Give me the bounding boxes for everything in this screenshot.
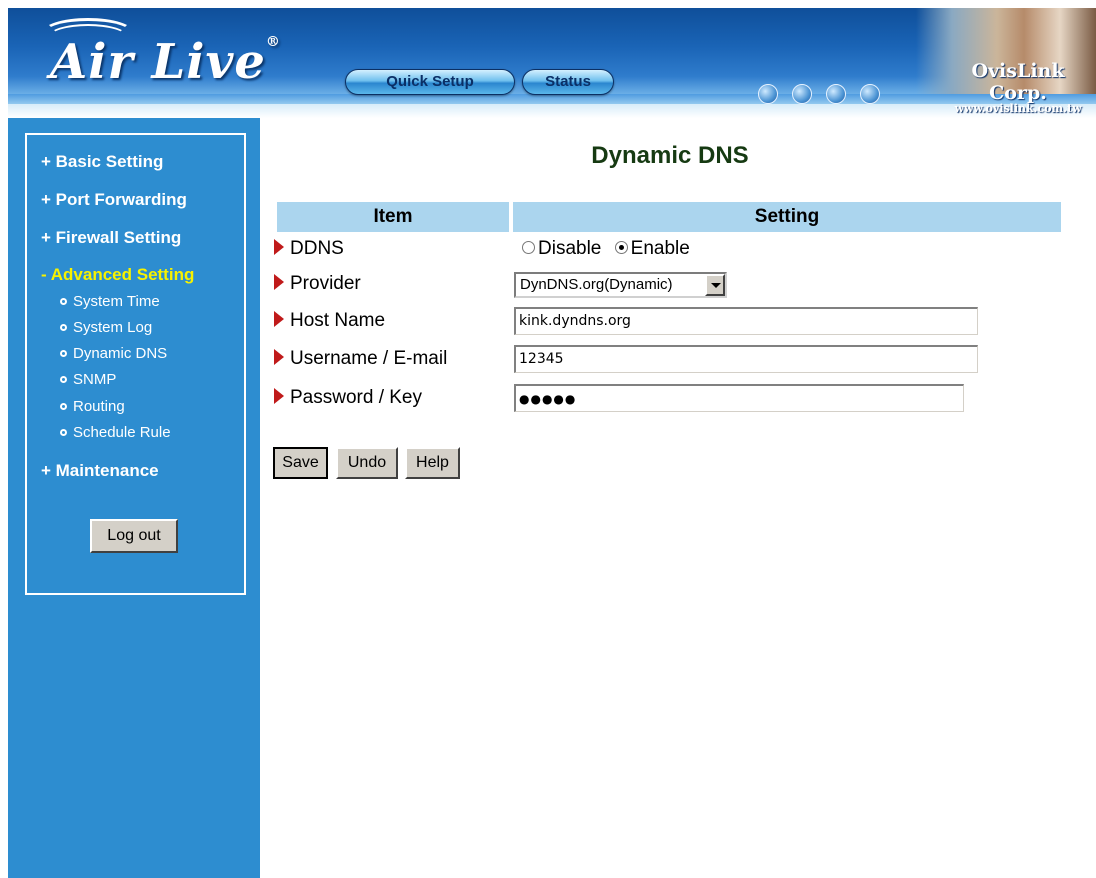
arrow-icon <box>274 239 284 255</box>
header-banner: Air Live® Quick Setup Status OvisLink Co… <box>8 8 1096 118</box>
globe-icon[interactable] <box>860 84 880 104</box>
host-name-label: Host Name <box>274 310 385 332</box>
bullet-icon <box>60 298 67 305</box>
ovislink-brand: OvisLink Corp. www.ovislink.com.tw <box>940 60 1096 115</box>
username-input[interactable]: 12345 <box>514 345 978 373</box>
username-label: Username / E-mail <box>274 348 447 370</box>
sidebar-subitem-snmp[interactable]: SNMP <box>60 371 116 388</box>
password-label: Password / Key <box>274 387 422 409</box>
sidebar: + Basic Setting + Port Forwarding + Fire… <box>8 118 260 878</box>
sidebar-subitem-dynamic-dns[interactable]: Dynamic DNS <box>60 345 167 362</box>
main-content: Dynamic DNS Item Setting DDNS Disable En… <box>260 118 1096 878</box>
password-input[interactable]: ●●●●● <box>514 384 964 412</box>
save-button[interactable]: Save <box>273 447 328 479</box>
sidebar-subitem-routing[interactable]: Routing <box>60 398 125 415</box>
sidebar-subitem-schedule-rule[interactable]: Schedule Rule <box>60 424 171 441</box>
ddns-label: DDNS <box>274 238 344 260</box>
bullet-icon <box>60 376 67 383</box>
globe-icon[interactable] <box>792 84 812 104</box>
host-name-input[interactable]: kink.dyndns.org <box>514 307 978 335</box>
column-header-setting: Setting <box>513 202 1061 232</box>
globe-icon[interactable] <box>826 84 846 104</box>
arrow-icon <box>274 388 284 404</box>
logout-button[interactable]: Log out <box>90 519 178 553</box>
sidebar-item-basic-setting[interactable]: + Basic Setting <box>41 152 163 172</box>
chevron-down-icon[interactable] <box>705 274 725 296</box>
brand-name: OvisLink Corp. <box>971 60 1065 104</box>
bullet-icon <box>60 324 67 331</box>
quick-setup-button[interactable]: Quick Setup <box>345 69 515 95</box>
help-button[interactable]: Help <box>405 447 460 479</box>
status-button[interactable]: Status <box>522 69 614 95</box>
arrow-icon <box>274 274 284 290</box>
arrow-icon <box>274 311 284 327</box>
ddns-disable-radio[interactable] <box>522 241 535 254</box>
provider-label: Provider <box>274 273 361 295</box>
header-band <box>8 94 1096 104</box>
column-header-item: Item <box>277 202 509 232</box>
ddns-enable-label: Enable <box>630 238 690 259</box>
globe-icon[interactable] <box>758 84 778 104</box>
ddns-disable-label: Disable <box>538 238 602 259</box>
ddns-enable-radio[interactable] <box>614 241 628 254</box>
airlive-logo: Air Live® <box>50 34 281 90</box>
ddns-radio-group: Disable Enable <box>522 238 690 260</box>
sidebar-item-advanced-setting[interactable]: - Advanced Setting <box>41 265 194 285</box>
arrow-icon <box>274 349 284 365</box>
provider-select[interactable]: DynDNS.org(Dynamic) <box>514 272 727 298</box>
sidebar-subitem-system-time[interactable]: System Time <box>60 293 160 310</box>
undo-button[interactable]: Undo <box>336 447 398 479</box>
sidebar-item-port-forwarding[interactable]: + Port Forwarding <box>41 190 187 210</box>
bullet-icon <box>60 403 67 410</box>
header-band-light <box>8 104 1096 118</box>
page-title: Dynamic DNS <box>591 142 749 169</box>
sidebar-item-firewall-setting[interactable]: + Firewall Setting <box>41 228 181 248</box>
bullet-icon <box>60 429 67 436</box>
bullet-icon <box>60 350 67 357</box>
sidebar-item-maintenance[interactable]: + Maintenance <box>41 461 159 481</box>
sidebar-subitem-system-log[interactable]: System Log <box>60 319 152 336</box>
brand-url: www.ovislink.com.tw <box>954 102 1082 115</box>
